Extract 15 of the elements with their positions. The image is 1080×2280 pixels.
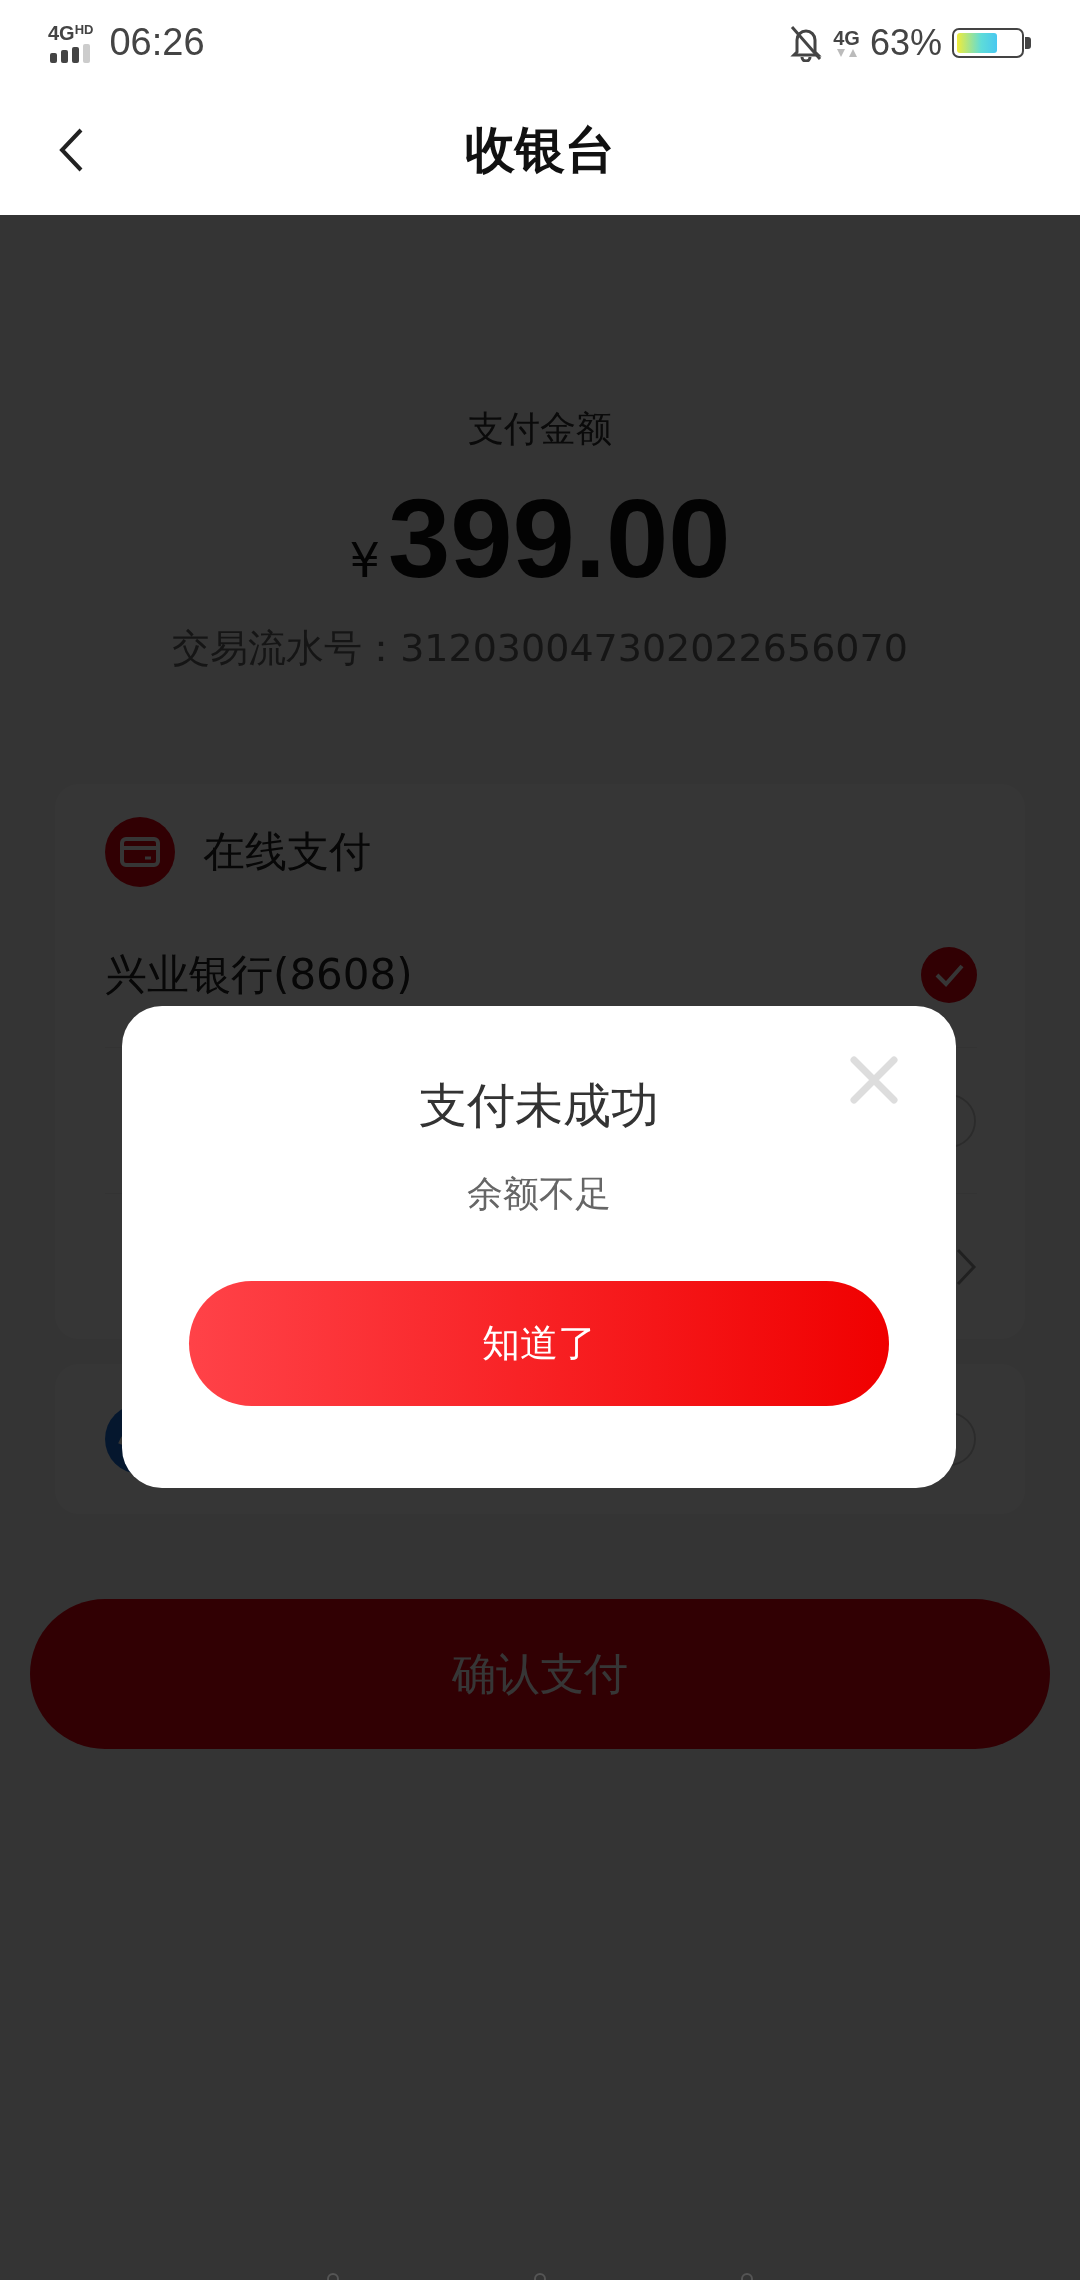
currency-symbol: ¥ bbox=[349, 532, 380, 588]
back-icon[interactable] bbox=[58, 127, 84, 173]
status-time: 06:26 bbox=[109, 21, 205, 64]
battery-percent: 63% bbox=[869, 21, 942, 64]
signal-tag: HD bbox=[74, 22, 94, 36]
network-label: 4G bbox=[833, 27, 860, 48]
dialog-title: 支付未成功 bbox=[419, 1076, 659, 1135]
dialog-message: 余额不足 bbox=[467, 1172, 611, 1216]
signal-label: 4G bbox=[48, 22, 75, 43]
page-title: 收银台 bbox=[465, 119, 615, 181]
bell-off-icon bbox=[789, 23, 824, 62]
data-arrows-icon bbox=[834, 47, 859, 58]
ok-button[interactable]: 知道了 bbox=[189, 1281, 889, 1406]
battery-icon bbox=[952, 27, 1032, 58]
signal-icon bbox=[48, 42, 92, 63]
